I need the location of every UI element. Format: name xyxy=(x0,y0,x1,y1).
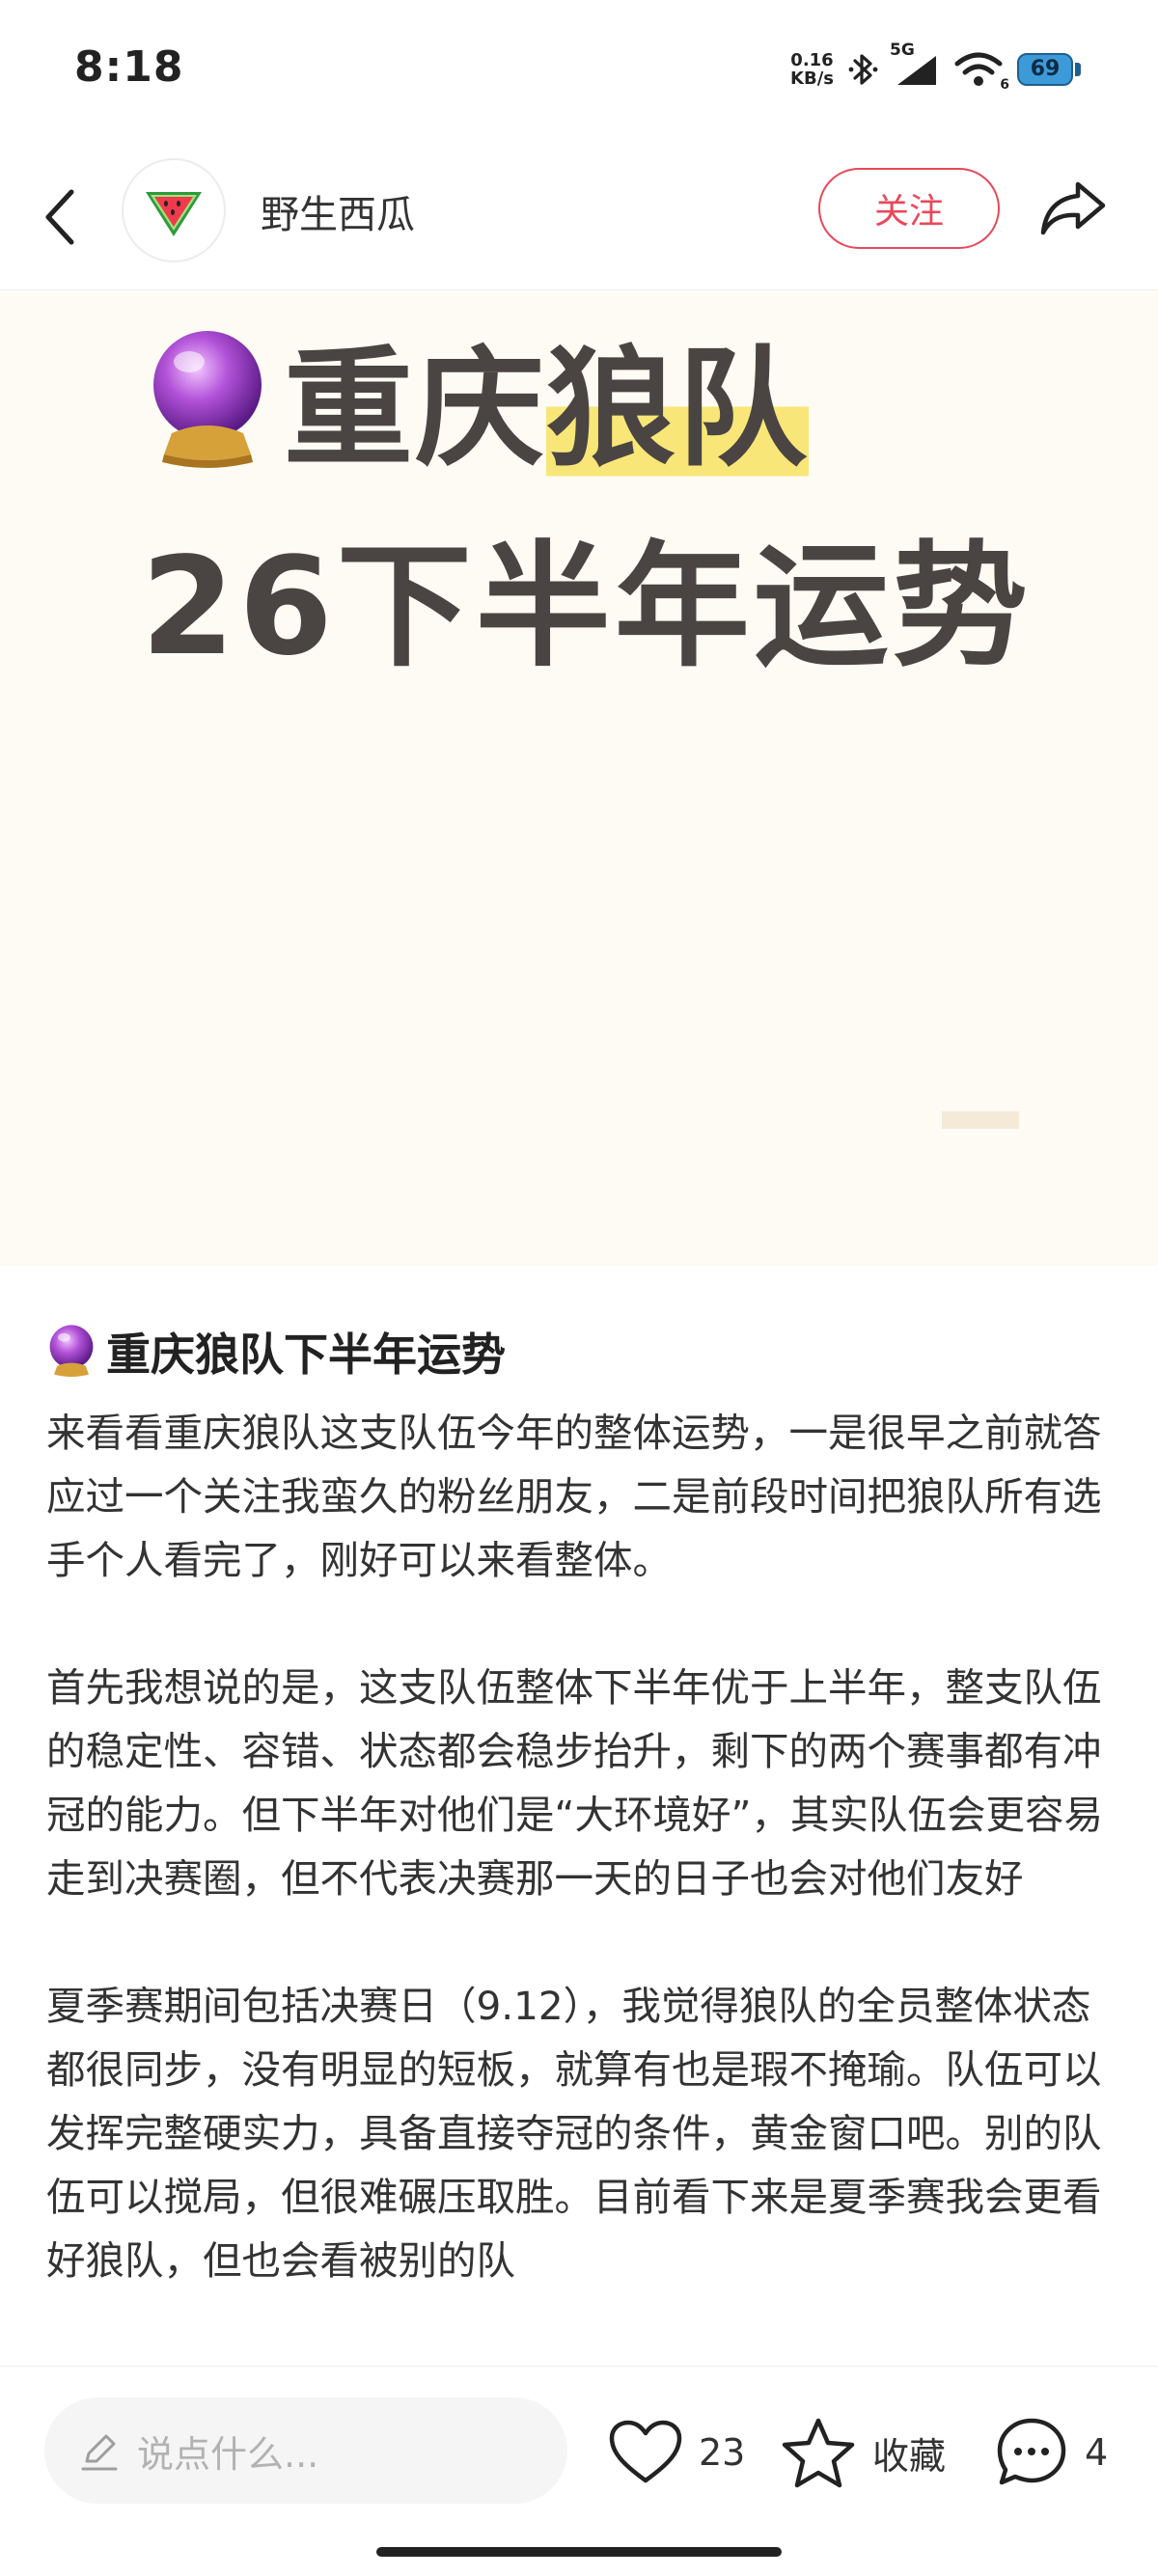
comment-placeholder: 说点什么... xyxy=(137,2432,319,2476)
like-button[interactable]: 23 xyxy=(608,2409,745,2496)
wifi-status: 6 xyxy=(953,48,1009,93)
home-indicator[interactable] xyxy=(376,2547,782,2557)
battery-tip xyxy=(1075,63,1081,76)
bottom-action-bar: 说点什么... 23 收藏 4 xyxy=(0,2366,1158,2576)
post-title-text: 重庆狼队下半年运势 xyxy=(106,1329,506,1381)
status-bar: 8:18 0.16 KB/s 5G 6 69 xyxy=(0,0,1158,135)
battery-icon: 69 xyxy=(1017,53,1081,86)
author-avatar[interactable] xyxy=(122,158,226,262)
post-body: 来看看重庆狼队这支队伍今年的整体运势，一是很早之前就答应过一个关注我蛮久的粉丝朋… xyxy=(46,1401,1117,2356)
crystal-ball-icon xyxy=(49,1325,94,1377)
network-speed-unit: KB/s xyxy=(790,69,834,89)
back-button[interactable] xyxy=(35,177,85,258)
network-speed: 0.16 KB/s xyxy=(790,51,834,88)
post-detail-screen: 8:18 0.16 KB/s 5G 6 69 野生西瓜 关注 重庆 狼队 26下… xyxy=(0,0,1158,2576)
status-time: 8:18 xyxy=(74,42,184,92)
cover-title-line: 重庆 狼队 xyxy=(145,304,810,491)
post-header: 野生西瓜 关注 xyxy=(0,145,1158,290)
favorite-label: 收藏 xyxy=(872,2434,947,2478)
heart-outline-icon xyxy=(609,2420,682,2483)
comment-input[interactable]: 说点什么... xyxy=(44,2398,567,2504)
wifi-icon xyxy=(954,52,1003,86)
chevron-left-icon xyxy=(45,189,74,245)
bluetooth-icon xyxy=(848,54,878,85)
post-paragraph: 夏季赛期间包括决赛日（9.12），我觉得狼队的全员整体状态都很同步，没有明显的短… xyxy=(46,1983,1102,2284)
share-button[interactable] xyxy=(1038,174,1108,243)
post-cover-image[interactable]: 重庆 狼队 26下半年运势 xyxy=(0,291,1158,1266)
crystal-ball-icon xyxy=(153,331,262,468)
like-count: 23 xyxy=(699,2431,746,2474)
cover-decoration xyxy=(942,1111,1019,1129)
post-title: 重庆狼队下半年运势 xyxy=(46,1318,506,1385)
favorite-button[interactable]: 收藏 xyxy=(780,2409,946,2496)
author-username[interactable]: 野生西瓜 xyxy=(261,183,415,239)
status-icons: 0.16 KB/s 5G 6 69 xyxy=(790,41,1081,98)
wifi-level: 6 xyxy=(1000,77,1009,93)
network-speed-value: 0.16 xyxy=(790,50,834,70)
cover-title-highlight: 狼队 xyxy=(546,304,810,491)
comment-count: 4 xyxy=(1085,2431,1109,2474)
cover-title-part1: 重庆 xyxy=(284,334,547,484)
battery-level: 69 xyxy=(1030,57,1061,81)
chat-bubble-icon xyxy=(997,2418,1066,2485)
star-outline-icon xyxy=(782,2418,855,2488)
watermelon-icon xyxy=(146,192,202,236)
cellular-signal: 5G xyxy=(890,41,940,91)
post-paragraph: 首先我想说的是，这支队伍整体下半年优于上半年，整支队伍的稳定性、容错、状态都会稳… xyxy=(46,1664,1103,1902)
follow-button[interactable]: 关注 xyxy=(818,168,1000,249)
comments-button[interactable]: 4 xyxy=(994,2409,1108,2496)
cover-subtitle: 26下半年运势 xyxy=(141,529,1032,686)
network-type-label: 5G xyxy=(890,41,915,60)
pencil-icon xyxy=(81,2434,118,2471)
post-paragraph: 来看看重庆狼队这支队伍今年的整体运势，一是很早之前就答应过一个关注我蛮久的粉丝朋… xyxy=(46,1410,1102,1583)
share-arrow-icon xyxy=(1040,181,1106,235)
